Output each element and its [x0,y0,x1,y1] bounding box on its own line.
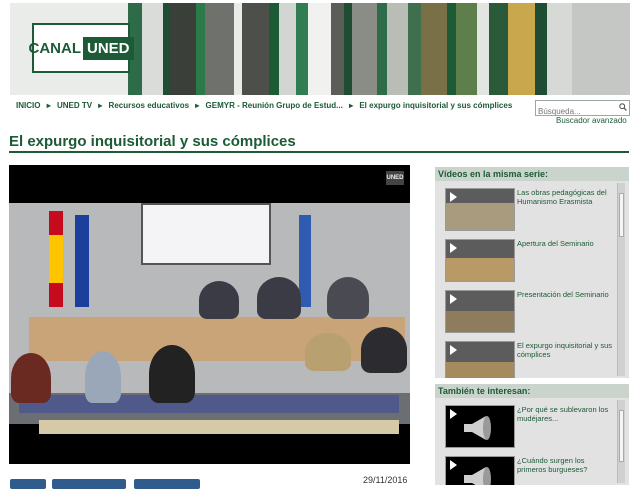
breadcrumb-item-gemyr[interactable]: GEMYR - Reunión Grupo de Estud... [206,101,343,110]
play-icon [450,460,457,470]
spain-flag [49,211,63,307]
series-heading: Vídeos en la misma serie: [435,167,629,181]
video-watermark: UNED [386,171,404,185]
breadcrumb-separator: ▸ [98,101,103,110]
search-box [535,100,630,119]
play-icon [450,243,457,253]
speaker-icon [464,467,491,485]
video-date: 29/11/2016 [363,475,408,485]
title-divider [9,151,629,153]
breadcrumb-separator: ▸ [349,101,354,110]
play-icon [450,294,457,304]
logo-text-uned: UNED [83,36,134,60]
breadcrumb-separator: ▸ [46,101,51,110]
video-thumbnail[interactable] [445,341,515,378]
video-action-button[interactable] [10,479,46,489]
related-item-title[interactable]: ¿Cuándo surgen los primeros burgueses? [517,456,613,474]
series-item-title[interactable]: Las obras pedagógicas del Humanismo Eras… [517,188,613,206]
breadcrumb-item-current: El expurgo inquisitorial y sus cómplices [359,101,513,110]
eu-flag [75,215,89,307]
breadcrumb-item-recursos[interactable]: Recursos educativos [109,101,189,110]
list-item[interactable]: El expurgo inquisitorial y sus cómplices [443,339,621,378]
series-item-title[interactable]: Apertura del Seminario [517,239,613,248]
breadcrumb-item-uned-tv[interactable]: UNED TV [57,101,92,110]
logo-text-canal: CANAL [28,39,82,57]
series-list: Las obras pedagógicas del Humanismo Eras… [435,181,629,378]
play-icon [450,345,457,355]
series-scrollbar[interactable] [617,183,625,376]
list-item[interactable]: Las obras pedagógicas del Humanismo Eras… [443,186,621,231]
header-banner: CANAL UNED [10,3,630,95]
list-item[interactable]: Apertura del Seminario [443,237,621,282]
video-action-button[interactable] [134,479,200,489]
play-icon [450,409,457,419]
list-item[interactable]: ¿Cuándo surgen los primeros burgueses? [443,454,621,485]
video-action-button[interactable] [52,479,126,489]
institution-flag [299,215,311,307]
breadcrumb-item-inicio[interactable]: INICIO [16,101,40,110]
video-thumbnail[interactable] [445,290,515,333]
speaker-icon [464,416,491,440]
canal-uned-logo[interactable]: CANAL UNED [28,23,134,73]
breadcrumb: INICIO ▸ UNED TV ▸ Recursos educativos ▸… [16,101,531,115]
list-item[interactable]: Presentación del Seminario [443,288,621,333]
page-title: El expurgo inquisitorial y sus cómplices [9,133,296,150]
related-item-title[interactable]: ¿Por qué se sublevaron los mudéjares... [517,405,613,423]
series-item-title[interactable]: El expurgo inquisitorial y sus cómplices [517,341,613,359]
scroll-thumb[interactable] [619,410,624,462]
series-item-title[interactable]: Presentación del Seminario [517,290,613,299]
scroll-thumb[interactable] [619,193,624,237]
related-list: ¿Por qué se sublevaron los mudéjares... … [435,398,629,485]
advanced-search-link[interactable]: Buscador avanzado [556,116,627,125]
video-thumbnail[interactable] [445,188,515,231]
projection-screen [141,203,271,265]
list-item[interactable]: ¿Por qué se sublevaron los mudéjares... [443,403,621,448]
play-icon [450,192,457,202]
video-thumbnail[interactable] [445,456,515,485]
video-thumbnail[interactable] [445,405,515,448]
breadcrumb-separator: ▸ [195,101,200,110]
banner-image-strips [128,3,630,95]
video-player[interactable]: UNED [9,165,410,464]
related-heading: También te interesan: [435,384,629,398]
search-icon[interactable] [619,103,627,111]
related-scrollbar[interactable] [617,400,625,483]
video-thumbnail[interactable] [445,239,515,282]
